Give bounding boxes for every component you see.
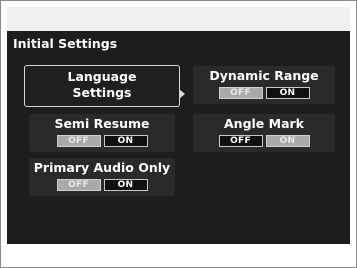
screen-title: Initial Settings xyxy=(13,36,118,51)
language-settings-label-line2: Settings xyxy=(72,85,132,100)
semi-resume-setting: Semi Resume OFF ON xyxy=(29,114,175,152)
primary-audio-only-off-button[interactable]: OFF xyxy=(56,179,101,191)
focus-pointer-icon xyxy=(179,89,185,99)
bottom-band xyxy=(7,243,350,244)
dynamic-range-off-button[interactable]: OFF xyxy=(218,87,263,99)
angle-mark-off-button[interactable]: OFF xyxy=(218,135,263,147)
settings-screen: Initial Settings Language Settings Dynam… xyxy=(7,7,350,244)
angle-mark-label: Angle Mark xyxy=(224,116,304,131)
angle-mark-on-button[interactable]: ON xyxy=(265,135,310,147)
semi-resume-toggle: OFF ON xyxy=(29,135,175,147)
semi-resume-label: Semi Resume xyxy=(54,116,150,131)
semi-resume-off-button[interactable]: OFF xyxy=(56,135,101,147)
figure-frame: Initial Settings Language Settings Dynam… xyxy=(0,0,357,268)
dynamic-range-on-button[interactable]: ON xyxy=(265,87,310,99)
dynamic-range-setting: Dynamic Range OFF ON xyxy=(193,66,335,104)
language-settings-label-line1: Language xyxy=(67,69,137,84)
angle-mark-setting: Angle Mark OFF ON xyxy=(193,114,335,152)
angle-mark-toggle: OFF ON xyxy=(193,135,335,147)
dynamic-range-label: Dynamic Range xyxy=(209,68,319,83)
primary-audio-only-setting: Primary Audio Only OFF ON xyxy=(29,158,175,196)
primary-audio-only-on-button[interactable]: ON xyxy=(103,179,148,191)
top-band xyxy=(7,7,350,31)
primary-audio-only-toggle: OFF ON xyxy=(29,179,175,191)
language-settings-button[interactable]: Language Settings xyxy=(24,65,185,107)
primary-audio-only-label: Primary Audio Only xyxy=(33,160,171,175)
dynamic-range-toggle: OFF ON xyxy=(193,87,335,99)
semi-resume-on-button[interactable]: ON xyxy=(103,135,148,147)
